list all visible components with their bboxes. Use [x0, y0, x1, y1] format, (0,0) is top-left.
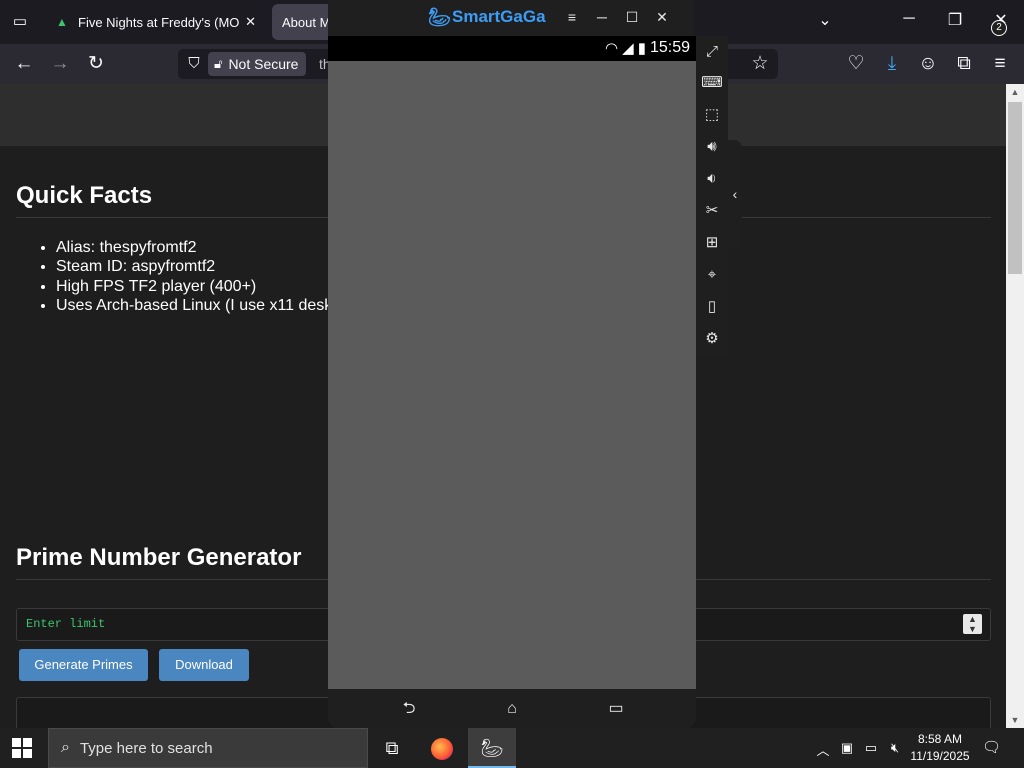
- android-back-icon[interactable]: ⮌: [394, 699, 424, 719]
- minimize-window-button[interactable]: ─: [897, 10, 921, 28]
- collapse-toolbar-chevron-icon[interactable]: ‹: [728, 140, 742, 248]
- number-spinner-icon[interactable]: ▲ ▼: [963, 614, 982, 634]
- status-icons: ◠ ◢ ▮ 15:59: [601, 39, 690, 57]
- smartgaga-taskbar-icon[interactable]: 🦢︎: [468, 728, 516, 768]
- emulator-title-bar[interactable]: 🦢︎ SmartGaGa ≡ ─ ☐ ✕: [328, 0, 694, 36]
- generate-primes-button[interactable]: Generate Primes: [19, 649, 148, 681]
- taskbar-search-box[interactable]: ⌕ Type here to search: [48, 728, 368, 768]
- install-apk-icon[interactable]: ⬚: [700, 103, 724, 127]
- android-home-icon[interactable]: ⌂: [497, 699, 527, 719]
- show-hidden-icons-chevron-icon[interactable]: ︿: [814, 740, 832, 759]
- network-icon[interactable]: ▭: [862, 740, 880, 756]
- emulator-close-button[interactable]: ✕: [652, 9, 672, 26]
- clock-date: 11/19/2025: [910, 749, 970, 763]
- list-item: Steam ID: aspyfromtf2: [56, 257, 332, 276]
- task-view-icon[interactable]: ⧉: [368, 728, 416, 768]
- volume-muted-icon[interactable]: 🔇︎: [886, 740, 904, 756]
- windows-start-icon[interactable]: [12, 738, 32, 758]
- tab-five-nights[interactable]: ▲ Five Nights at Freddy's (MOD, U ✕: [46, 4, 266, 40]
- android-nav-bar: ⮌ ⌂ ▭: [328, 689, 696, 728]
- android-recents-icon[interactable]: ▭: [601, 699, 631, 719]
- screenshot-scissors-icon[interactable]: ✂: [700, 199, 724, 223]
- notification-count-badge: 2: [991, 20, 1007, 36]
- restore-window-button[interactable]: ❐: [943, 10, 967, 30]
- emulator-app-name: SmartGaGa: [452, 7, 546, 26]
- emulator-maximize-button[interactable]: ☐: [622, 9, 642, 26]
- scrollbar-thumb[interactable]: [1008, 102, 1022, 274]
- swan-logo-icon: 🦢︎: [428, 7, 451, 27]
- emulator-screen[interactable]: [328, 61, 696, 689]
- tab-title: Five Nights at Freddy's (MOD, U: [78, 14, 240, 30]
- menu-icon[interactable]: ≡: [988, 52, 1012, 76]
- lock-warning-icon: 🔓︎: [214, 56, 223, 71]
- tray-app-icon[interactable]: ▣: [838, 740, 856, 756]
- smartgaga-logo: 🦢︎ SmartGaGa: [428, 7, 546, 27]
- tab-list-icon[interactable]: ▭: [10, 12, 30, 32]
- bookmark-star-icon[interactable]: ☆: [748, 52, 772, 76]
- location-icon[interactable]: ⌖: [700, 263, 724, 287]
- pocket-icon[interactable]: ♡: [844, 52, 868, 76]
- multi-instance-icon[interactable]: ⊞: [700, 231, 724, 255]
- download-button[interactable]: Download: [159, 649, 249, 681]
- tab-title: About Me: [282, 14, 332, 30]
- list-item: Uses Arch-based Linux (I use x11 desk: [56, 296, 332, 315]
- firefox-taskbar-icon[interactable]: [418, 728, 466, 768]
- scroll-up-icon[interactable]: ▲: [1006, 84, 1024, 100]
- tab-overflow-chevron-icon[interactable]: ⌄: [813, 10, 837, 30]
- settings-gear-icon[interactable]: ⚙: [700, 327, 724, 351]
- close-tab-icon[interactable]: ✕: [245, 14, 256, 30]
- download-icon[interactable]: ⤓: [880, 52, 904, 76]
- quick-facts-list: Alias: thespyfromtf2 Steam ID: aspyfromt…: [56, 238, 332, 315]
- taskbar-clock[interactable]: 8:58 AM 11/19/2025: [906, 731, 974, 765]
- list-item: High FPS TF2 player (400+): [56, 277, 332, 296]
- android-status-bar: ◠ ◢ ▮ 15:59: [328, 36, 696, 61]
- fullscreen-icon[interactable]: ⤢: [700, 40, 724, 64]
- search-placeholder: Type here to search: [79, 739, 213, 757]
- volume-down-icon[interactable]: 🔉︎: [700, 167, 724, 191]
- notification-center-icon[interactable]: 🗨︎: [982, 738, 1004, 758]
- shield-icon[interactable]: ⛉: [184, 54, 204, 74]
- forward-icon[interactable]: →: [48, 52, 72, 76]
- battery-icon: ▮: [637, 40, 646, 57]
- page-scrollbar[interactable]: ▲ ▼: [1006, 84, 1024, 728]
- prime-generator-heading: Prime Number Generator: [16, 544, 302, 571]
- list-item: Alias: thespyfromtf2: [56, 238, 332, 257]
- not-secure-label: Not Secure: [228, 56, 299, 72]
- clock-time: 8:58 AM: [917, 732, 963, 746]
- keyboard-mapping-icon[interactable]: ⌨: [700, 71, 724, 95]
- emulator-side-toolbar: ⤢ ⌨ ⬚ 🔊︎ 🔉︎ ✂ ⊞ ⌖ ▯ ⚙: [696, 36, 728, 354]
- account-icon[interactable]: ☺: [916, 52, 940, 76]
- windows-taskbar: ⌕ Type here to search ⧉ 🦢︎ ︿ ▣ ▭ 🔇︎ 8:58…: [0, 728, 1024, 768]
- emulator-menu-icon[interactable]: ≡: [562, 9, 582, 25]
- game-site-favicon-icon: ▲: [56, 15, 68, 29]
- not-secure-indicator[interactable]: 🔓︎ Not Secure: [208, 52, 307, 76]
- emulator-minimize-button[interactable]: ─: [592, 9, 612, 25]
- status-time: 15:59: [649, 39, 690, 56]
- search-icon: ⌕: [61, 739, 70, 756]
- back-icon[interactable]: ←: [12, 52, 36, 76]
- scroll-down-icon[interactable]: ▼: [1006, 712, 1024, 728]
- signal-icon: ◢: [622, 40, 634, 57]
- shake-icon[interactable]: ▯: [700, 295, 724, 319]
- extensions-icon[interactable]: ⧉: [952, 52, 976, 76]
- wifi-icon: ◠: [605, 40, 619, 57]
- volume-up-icon[interactable]: 🔊︎: [700, 135, 724, 159]
- reload-icon[interactable]: ↻: [84, 52, 108, 76]
- quick-facts-heading: Quick Facts: [16, 182, 153, 209]
